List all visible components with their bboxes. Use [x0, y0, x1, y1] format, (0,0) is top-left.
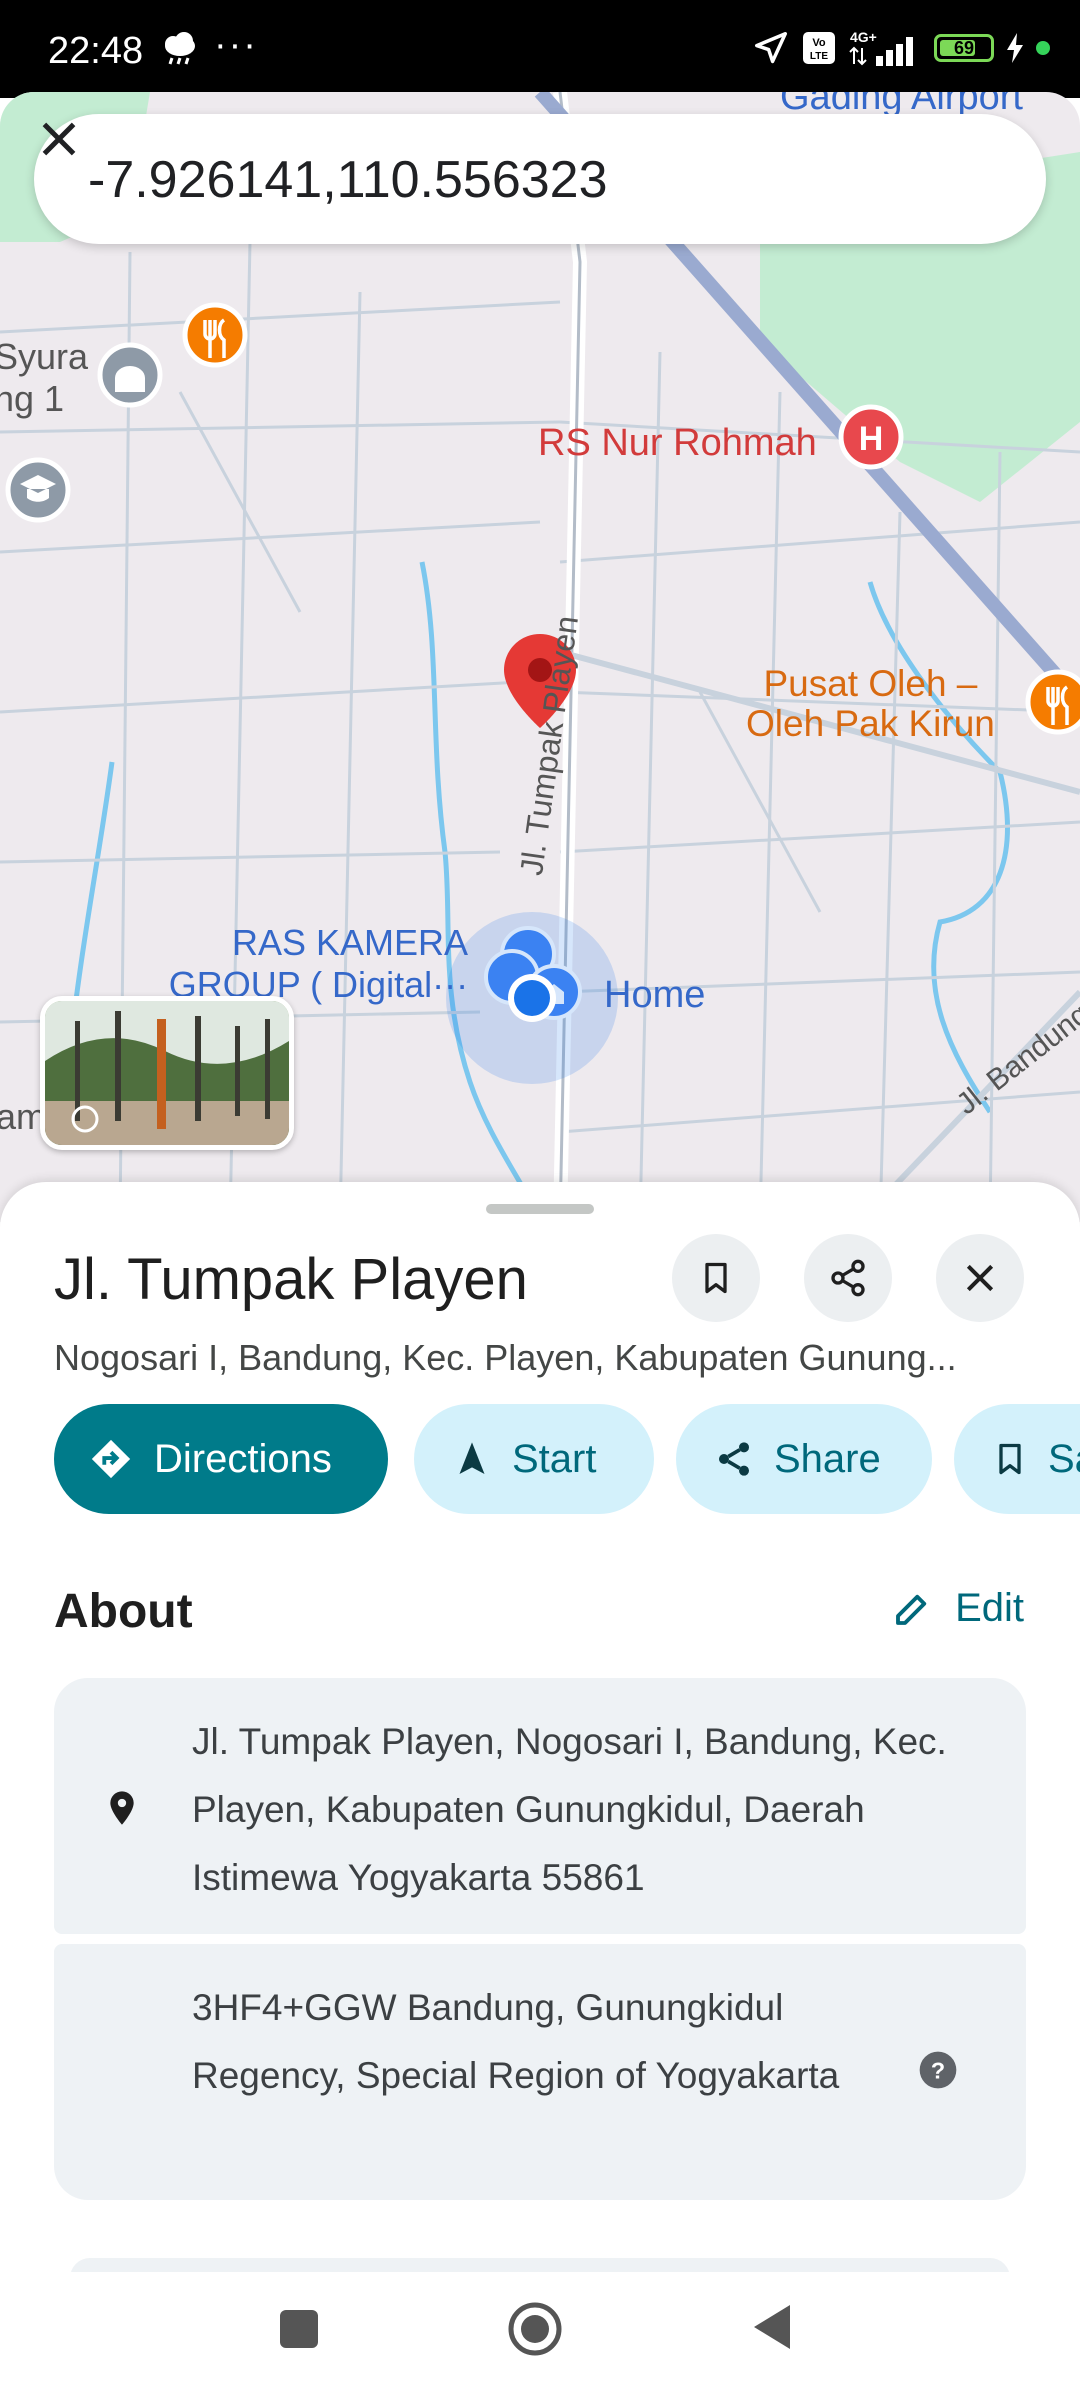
close-sheet-button[interactable] — [936, 1234, 1024, 1322]
save-label: Save — [1048, 1436, 1080, 1481]
bookmark-icon — [999, 1443, 1021, 1475]
place-title: Jl. Tumpak Playen — [54, 1247, 528, 1312]
street-view-thumbnail[interactable] — [40, 996, 294, 1150]
cloud-rain-icon — [160, 32, 200, 73]
shop-label-line2: Oleh Pak Kirun — [746, 703, 995, 744]
close-icon — [966, 1264, 994, 1292]
business-label[interactable]: RAS KAMERA GROUP ( Digital··· — [152, 922, 468, 1006]
edit-button[interactable]: Edit — [891, 1586, 1024, 1631]
privacy-indicator-dot — [1036, 41, 1050, 55]
save-button[interactable]: Save — [954, 1404, 1080, 1514]
mosque-marker[interactable] — [97, 342, 163, 408]
full-address: Jl. Tumpak Playen, Nogosari I, Bandung, … — [192, 1721, 947, 1898]
help-icon[interactable]: ? — [918, 2050, 958, 2090]
svg-text:H: H — [859, 420, 884, 458]
bookmark-icon — [705, 1262, 727, 1294]
status-right-icons: Vo LTE 4G+ 69 — [752, 28, 1050, 68]
start-label: Start — [512, 1436, 597, 1481]
navigation-arrow-icon — [459, 1442, 485, 1474]
restaurant-marker[interactable] — [182, 302, 248, 368]
search-bar[interactable]: -7.926141,110.556323 — [34, 114, 1046, 244]
share-button[interactable]: Share — [676, 1404, 932, 1514]
charging-bolt-icon — [1007, 33, 1023, 63]
status-time: 22:48 — [48, 30, 144, 72]
recent-apps-icon[interactable] — [278, 2308, 320, 2350]
plus-code-row[interactable]: 3HF4+GGW Bandung, Gunungkidul Regency, S… — [54, 1944, 1026, 2200]
map-view[interactable]: H Gading Airport RS Nur Rohmah Pusat Ole… — [0, 92, 1080, 1222]
share-icon — [831, 1259, 865, 1297]
location-pin-icon — [110, 1791, 134, 1825]
battery-icon: 69 — [934, 34, 994, 62]
back-icon[interactable] — [750, 2302, 794, 2352]
current-location-indicator — [446, 912, 618, 1084]
directions-label: Directions — [154, 1436, 332, 1481]
address-row[interactable]: Jl. Tumpak Playen, Nogosari I, Bandung, … — [54, 1678, 1026, 1934]
share-label: Share — [774, 1436, 881, 1481]
hospital-marker[interactable]: H — [838, 404, 904, 470]
restaurant-marker[interactable] — [1025, 669, 1080, 735]
shop-label[interactable]: Pusat Oleh – Oleh Pak Kirun — [746, 664, 995, 744]
edit-label: Edit — [955, 1586, 1024, 1630]
share-icon — [719, 1442, 749, 1476]
save-place-button[interactable] — [672, 1234, 760, 1322]
hospital-label[interactable]: RS Nur Rohmah — [538, 422, 817, 465]
status-bar: 22:48 ··· Vo LTE 4G+ 69 — [0, 0, 1080, 98]
svg-text:LTE: LTE — [810, 51, 828, 62]
plus-code: 3HF4+GGW Bandung, Gunungkidul Regency, S… — [192, 1987, 840, 2096]
svg-text:?: ? — [931, 2057, 945, 2083]
search-input[interactable]: -7.926141,110.556323 — [88, 150, 608, 210]
shop-label-line1: Pusat Oleh – — [763, 663, 978, 704]
mosque-label[interactable]: Syura ng 1 — [0, 336, 88, 420]
start-navigation-button[interactable]: Start — [414, 1404, 654, 1514]
business-label-line1: RAS KAMERA — [232, 922, 469, 963]
about-heading: About — [54, 1585, 193, 1638]
place-bottom-sheet[interactable]: Jl. Tumpak Playen Nogosari I, Bandung, K… — [0, 1182, 1080, 2298]
location-arrow-icon — [755, 32, 787, 64]
signal-4g-icon: 4G+ — [849, 29, 913, 66]
directions-icon — [91, 1439, 131, 1479]
share-place-button[interactable] — [804, 1234, 892, 1322]
battery-level: 69 — [953, 38, 975, 58]
mosque-label-line2: ng 1 — [0, 378, 65, 419]
place-address-subtitle: Nogosari I, Bandung, Kec. Playen, Kabupa… — [54, 1337, 957, 1378]
svg-text:Vo: Vo — [812, 37, 826, 49]
directions-button[interactable]: Directions — [54, 1404, 388, 1514]
svg-text:4G+: 4G+ — [850, 29, 877, 45]
system-navigation-bar — [0, 2272, 1080, 2400]
mosque-label-line1: Syura — [0, 336, 89, 377]
more-notifications: ··· — [214, 24, 258, 66]
volte-icon: Vo LTE — [803, 32, 835, 64]
home-icon[interactable] — [506, 2300, 564, 2358]
school-marker[interactable] — [5, 457, 71, 523]
action-chips: Directions Start Share Save — [54, 1404, 1080, 1514]
drag-handle[interactable] — [486, 1204, 594, 1214]
close-icon[interactable] — [34, 114, 84, 164]
pencil-icon — [896, 1594, 927, 1625]
street-view-image — [45, 1001, 289, 1145]
home-label[interactable]: Home — [604, 974, 705, 1016]
